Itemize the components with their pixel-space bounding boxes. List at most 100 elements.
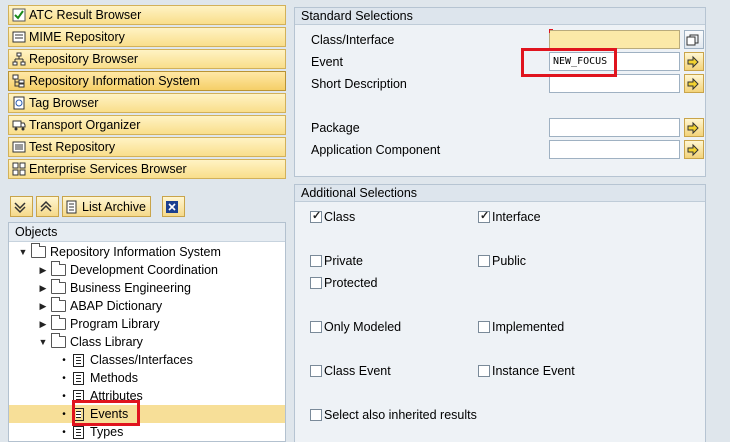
tree-node-events[interactable]: • Events xyxy=(9,405,285,423)
close-icon xyxy=(165,200,179,214)
test-repository-button[interactable]: Test Repository xyxy=(8,137,286,157)
bullet-icon: • xyxy=(62,426,66,438)
event-label: Event xyxy=(311,55,343,69)
collapsed-arrow-icon[interactable]: ▶ xyxy=(38,283,48,294)
only-modeled-checkbox-row[interactable]: Only Modeled xyxy=(310,320,401,334)
repository-browser-button[interactable]: Repository Browser xyxy=(8,49,286,69)
protected-checkbox-label: Protected xyxy=(324,276,378,290)
repository-information-system-button[interactable]: Repository Information System xyxy=(8,71,286,91)
double-chevron-down-icon xyxy=(13,200,27,214)
public-checkbox-label: Public xyxy=(492,254,527,268)
protected-checkbox[interactable] xyxy=(310,277,322,289)
tree-node-label: ABAP Dictionary xyxy=(70,299,163,313)
implemented-checkbox[interactable] xyxy=(478,321,490,333)
tree-node-methods[interactable]: • Methods xyxy=(9,369,285,387)
list-archive-button[interactable]: List Archive xyxy=(62,196,151,217)
standard-selections-title: Standard Selections xyxy=(295,8,705,25)
short-description-row: Short Description xyxy=(311,74,706,94)
folder-open-icon xyxy=(51,333,66,348)
nav-button-label: Tag Browser xyxy=(29,96,99,110)
collapse-button[interactable] xyxy=(10,196,33,217)
info-system-icon xyxy=(12,74,26,88)
tree-node-label: Methods xyxy=(90,371,138,385)
interface-checkbox-row[interactable]: Interface xyxy=(478,209,541,224)
class-event-checkbox-row[interactable]: Class Event xyxy=(310,364,391,378)
class-event-checkbox[interactable] xyxy=(310,365,322,377)
folder-icon xyxy=(51,279,66,294)
inherited-results-checkbox-row[interactable]: Select also inherited results xyxy=(310,408,477,422)
collapsed-arrow-icon[interactable]: ▶ xyxy=(38,319,48,330)
collapsed-arrow-icon[interactable]: ▶ xyxy=(38,265,48,276)
private-checkbox-row[interactable]: Private xyxy=(310,254,363,268)
application-component-row: Application Component xyxy=(311,140,706,160)
expand-button[interactable] xyxy=(36,196,59,217)
event-row: Event NEW_FOCUS xyxy=(311,52,706,72)
class-interface-label: Class/Interface xyxy=(311,33,395,47)
tree-node-attributes[interactable]: • Attributes xyxy=(9,387,285,405)
implemented-checkbox-row[interactable]: Implemented xyxy=(478,320,564,334)
list-archive-icon xyxy=(65,200,79,214)
tag-browser-button[interactable]: Tag Browser xyxy=(8,93,286,113)
additional-selections-group: Additional Selections Class Interface Pr… xyxy=(294,184,706,442)
bullet-icon: • xyxy=(62,354,66,366)
folder-open-icon xyxy=(31,243,46,258)
class-checkbox-row[interactable]: Class xyxy=(310,209,356,224)
inherited-results-checkbox[interactable] xyxy=(310,409,322,421)
tree-node-types[interactable]: • Types xyxy=(9,423,285,441)
instance-event-checkbox-row[interactable]: Instance Event xyxy=(478,364,575,378)
expanded-arrow-icon[interactable]: ▼ xyxy=(38,337,48,347)
tree-node-development-coordination[interactable]: ▶ Development Coordination xyxy=(9,261,285,279)
public-checkbox-row[interactable]: Public xyxy=(478,254,526,268)
tree-node-classes-interfaces[interactable]: • Classes/Interfaces xyxy=(9,351,285,369)
services-icon xyxy=(12,162,26,176)
collapsed-arrow-icon[interactable]: ▶ xyxy=(38,301,48,312)
protected-checkbox-row[interactable]: Protected xyxy=(310,276,378,290)
class-checkbox[interactable] xyxy=(310,209,322,223)
class-interface-input[interactable] xyxy=(549,30,680,49)
package-input[interactable] xyxy=(549,118,680,137)
only-modeled-checkbox[interactable] xyxy=(310,321,322,333)
tag-icon xyxy=(12,96,26,110)
additional-selections-title: Additional Selections xyxy=(295,185,705,202)
events-highlight-box xyxy=(72,400,140,426)
package-multi-select-button[interactable] xyxy=(684,118,704,137)
public-checkbox[interactable] xyxy=(478,255,490,267)
mime-repository-button[interactable]: MIME Repository xyxy=(8,27,286,47)
bullet-icon: • xyxy=(62,390,66,402)
arrow-right-icon xyxy=(686,143,700,157)
tree-node-business-engineering[interactable]: ▶ Business Engineering xyxy=(9,279,285,297)
instance-event-checkbox-label: Instance Event xyxy=(492,364,575,378)
private-checkbox[interactable] xyxy=(310,255,322,267)
atc-result-browser-button[interactable]: ATC Result Browser xyxy=(8,5,286,25)
tree-node-repository-information-system[interactable]: ▼ Repository Information System xyxy=(9,243,285,261)
atc-check-icon xyxy=(12,8,26,22)
application-component-input[interactable] xyxy=(549,140,680,159)
hierarchy-icon xyxy=(12,52,26,66)
inherited-results-checkbox-label: Select also inherited results xyxy=(324,408,477,422)
tree-node-class-library[interactable]: ▼ Class Library xyxy=(9,333,285,351)
folder-icon xyxy=(51,297,66,312)
transport-organizer-button[interactable]: Transport Organizer xyxy=(8,115,286,135)
private-checkbox-label: Private xyxy=(324,254,363,268)
tree-node-abap-dictionary[interactable]: ▶ ABAP Dictionary xyxy=(9,297,285,315)
nav-button-label: ATC Result Browser xyxy=(29,8,142,22)
folder-icon xyxy=(51,261,66,276)
multiple-selection-button[interactable] xyxy=(684,30,704,49)
enterprise-services-browser-button[interactable]: Enterprise Services Browser xyxy=(8,159,286,179)
instance-event-checkbox[interactable] xyxy=(478,365,490,377)
left-navigation-pane: ATC Result Browser MIME Repository Repos… xyxy=(0,0,288,442)
class-checkbox-label: Class xyxy=(324,210,356,224)
short-description-multi-select-button[interactable] xyxy=(684,74,704,93)
event-multi-select-button[interactable] xyxy=(684,52,704,71)
expanded-arrow-icon[interactable]: ▼ xyxy=(18,247,28,257)
interface-checkbox[interactable] xyxy=(478,209,490,223)
short-description-label: Short Description xyxy=(311,77,407,91)
document-icon xyxy=(73,353,84,367)
arrow-right-icon xyxy=(686,121,700,135)
tree-node-label: Classes/Interfaces xyxy=(90,353,193,367)
close-button[interactable] xyxy=(161,196,185,217)
application-component-multi-select-button[interactable] xyxy=(684,140,704,159)
implemented-checkbox-label: Implemented xyxy=(492,320,565,334)
tree-node-program-library[interactable]: ▶ Program Library xyxy=(9,315,285,333)
arrow-right-icon xyxy=(686,77,700,91)
